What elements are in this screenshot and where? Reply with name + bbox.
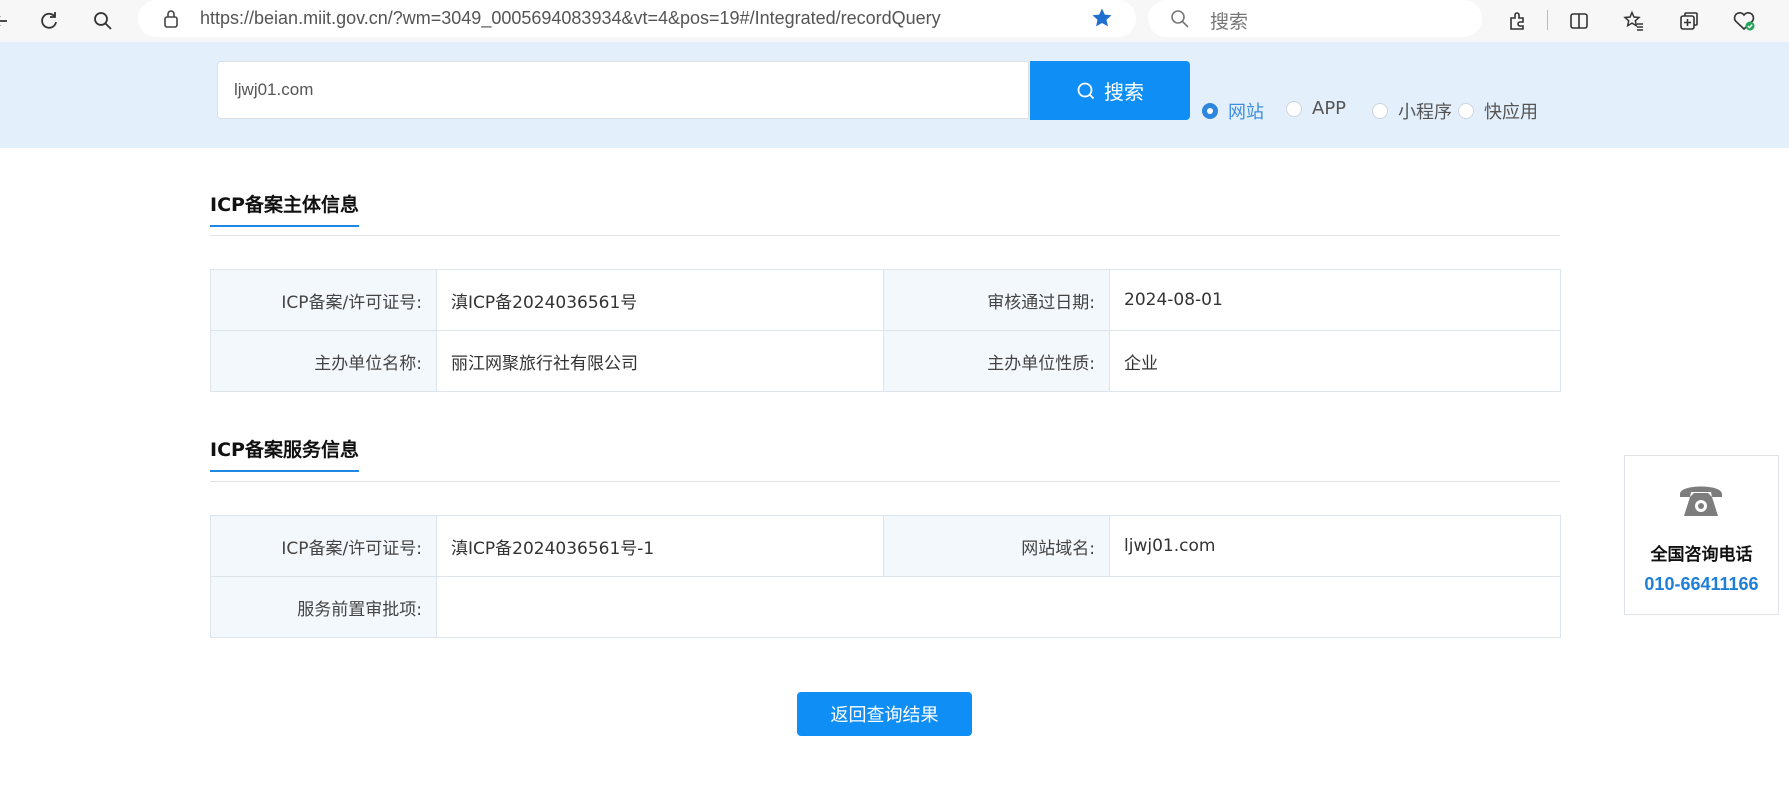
label-domain: 网站域名:: [883, 515, 1110, 577]
radio-app[interactable]: APP: [1286, 98, 1346, 119]
table-row: ICP备案/许可证号: 滇ICP备2024036561号 审核通过日期: 202…: [210, 269, 1561, 331]
search-banner: ljwj01.com 搜索 网站 APP 小程序 快应用: [0, 42, 1789, 148]
search-icon[interactable]: [88, 6, 118, 36]
contact-phone-number: 010-66411166: [1644, 574, 1759, 594]
value-pre-approval: [436, 576, 1561, 638]
collections-icon[interactable]: [1674, 6, 1704, 36]
browser-search-placeholder: 搜索: [1210, 11, 1249, 33]
domain-search-value[interactable]: ljwj01.com: [234, 80, 313, 100]
favorite-star-icon[interactable]: [1091, 7, 1113, 33]
radio-unchecked-icon[interactable]: [1286, 100, 1302, 117]
browser-search-box[interactable]: 搜索: [1148, 0, 1482, 37]
lock-icon[interactable]: [162, 9, 180, 33]
radio-unchecked-icon[interactable]: [1372, 103, 1388, 119]
browser-toolbar: https://beian.miit.gov.cn/?wm=3049_00056…: [0, 0, 1789, 42]
search-button-label: 搜索: [1104, 80, 1144, 104]
telephone-icon: [1680, 486, 1722, 516]
back-icon[interactable]: [0, 6, 16, 36]
refresh-icon[interactable]: [34, 6, 64, 36]
section-divider: [210, 481, 1560, 482]
table-row: 主办单位名称: 丽江网聚旅行社有限公司 主办单位性质: 企业: [210, 330, 1561, 392]
search-icon: [1170, 9, 1190, 33]
toolbar-divider: [1547, 10, 1548, 30]
extensions-icon[interactable]: [1503, 6, 1533, 36]
section-title-service: ICP备案服务信息: [210, 435, 359, 472]
search-icon: [1077, 82, 1095, 99]
value-organizer-name: 丽江网聚旅行社有限公司: [436, 330, 884, 392]
label-license-number: ICP备案/许可证号:: [210, 269, 437, 331]
subject-info-table: ICP备案/许可证号: 滇ICP备2024036561号 审核通过日期: 202…: [210, 269, 1561, 392]
table-row: ICP备案/许可证号: 滇ICP备2024036561号-1 网站域名: ljw…: [210, 515, 1561, 577]
favorites-icon[interactable]: [1619, 6, 1649, 36]
radio-label: 网站: [1228, 102, 1264, 123]
radio-unchecked-icon[interactable]: [1458, 103, 1474, 119]
service-info-table: ICP备案/许可证号: 滇ICP备2024036561号-1 网站域名: ljw…: [210, 515, 1561, 638]
label-service-license: ICP备案/许可证号:: [210, 515, 437, 577]
contact-title: 全国咨询电话: [1650, 545, 1753, 565]
url-text[interactable]: https://beian.miit.gov.cn/?wm=3049_00056…: [200, 8, 941, 29]
address-bar[interactable]: https://beian.miit.gov.cn/?wm=3049_00056…: [138, 0, 1136, 37]
radio-label: 快应用: [1484, 102, 1538, 123]
value-service-license: 滇ICP备2024036561号-1: [436, 515, 884, 577]
value-organizer-type: 企业: [1109, 330, 1561, 392]
radio-checked-icon[interactable]: [1202, 103, 1218, 119]
radio-quick-app[interactable]: 快应用: [1458, 98, 1538, 124]
label-pre-approval: 服务前置审批项:: [210, 576, 437, 638]
value-approval-date: 2024-08-01: [1109, 269, 1561, 331]
radio-mini-program[interactable]: 小程序: [1372, 98, 1452, 124]
label-organizer-name: 主办单位名称:: [210, 330, 437, 392]
section-divider: [210, 235, 1560, 236]
radio-label: 小程序: [1398, 102, 1452, 123]
section-title-subject: ICP备案主体信息: [210, 190, 359, 227]
consult-phone-widget[interactable]: 全国咨询电话 010-66411166: [1624, 455, 1779, 615]
value-domain: ljwj01.com: [1109, 515, 1561, 577]
radio-label: APP: [1312, 98, 1347, 119]
split-screen-icon[interactable]: [1564, 6, 1594, 36]
table-row: 服务前置审批项:: [210, 576, 1561, 638]
radio-website[interactable]: 网站: [1202, 98, 1264, 124]
domain-search-input[interactable]: ljwj01.com: [217, 61, 1029, 119]
value-license-number: 滇ICP备2024036561号: [436, 269, 884, 331]
back-to-results-button[interactable]: 返回查询结果: [797, 692, 972, 736]
label-approval-date: 审核通过日期:: [883, 269, 1110, 331]
label-organizer-type: 主办单位性质:: [883, 330, 1110, 392]
search-button[interactable]: 搜索: [1030, 61, 1190, 120]
health-icon[interactable]: [1729, 6, 1759, 36]
